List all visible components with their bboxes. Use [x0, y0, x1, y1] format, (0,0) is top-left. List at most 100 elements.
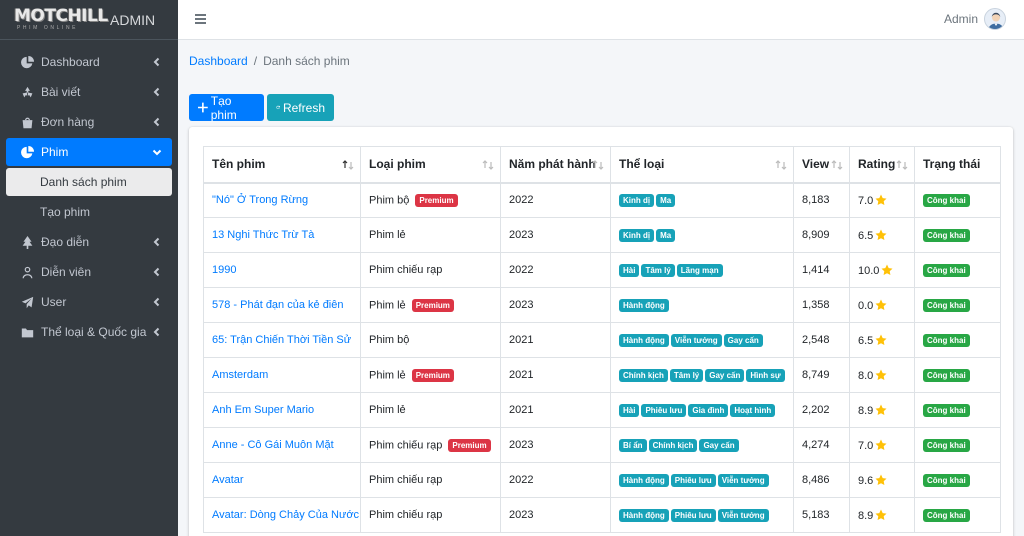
table-header-row: Tên phim Loại phim Năm phát hành Thể loại Vi…: [203, 146, 1001, 184]
movie-title-link[interactable]: 578 - Phát đạn của kẻ điên: [212, 299, 343, 311]
pie-chart-icon: [20, 55, 34, 69]
status-badge: Công khai: [923, 333, 970, 347]
sidebar-item-genres-countries[interactable]: Thể loại & Quốc gia: [6, 318, 172, 346]
column-header-genre[interactable]: Thể loại: [610, 146, 794, 184]
cell-title: 1990: [203, 252, 361, 288]
genre-badge: Hài: [619, 263, 640, 277]
genre-badge: Hành động: [619, 473, 669, 487]
rating-value: 7.0: [858, 439, 874, 452]
star-icon: [875, 299, 887, 311]
table-row: 1990 Phim chiếu rạp 2022 Hài Tâm lý Lãng mạn 1…: [203, 252, 1001, 288]
genre-badge: Bí ẩn: [619, 438, 647, 452]
movie-title-link[interactable]: 1990: [212, 264, 236, 276]
cell-genres: Chính kịch Tâm lý Gay cấn Hình sự: [610, 357, 794, 393]
column-header-title[interactable]: Tên phim: [203, 146, 361, 184]
genre-badge: Tâm lý: [641, 263, 675, 277]
table-row: 578 - Phát đạn của kẻ điên Phim lẻ Premium…: [203, 287, 1001, 323]
brand[interactable]: MOTCHILL PHIM ONLINE ADMIN: [0, 0, 178, 40]
rating-value: 9.6: [858, 474, 874, 487]
column-header-type[interactable]: Loại phim: [360, 146, 501, 184]
movie-title-link[interactable]: 65: Trận Chiến Thời Tiền Sử: [212, 334, 351, 346]
rating-value: 6.5: [858, 334, 874, 347]
user-menu[interactable]: Admin: [944, 8, 1006, 30]
cell-type: Phim chiếu rạp: [360, 497, 501, 533]
cell-title: 65: Trận Chiến Thời Tiền Sử: [203, 322, 361, 358]
table-row: Anne - Cô Gái Muôn Mặt Phim chiếu rạp Prem…: [203, 427, 1001, 463]
plus-icon: [198, 102, 208, 113]
cell-title: Anh Em Super Mario: [203, 392, 361, 428]
cell-title: 13 Nghi Thức Trừ Tà: [203, 217, 361, 253]
cell-rating: 8.9: [849, 392, 915, 428]
chevron-down-icon: [152, 146, 162, 156]
cell-type: Phim bộ Premium: [360, 182, 501, 218]
chevron-left-icon: [152, 86, 162, 97]
movie-type: Phim bộ: [369, 194, 410, 207]
status-badge: Công khai: [923, 473, 970, 487]
genre-badge: Kinh dị: [619, 228, 655, 242]
cell-title: "Nó" Ở Trong Rừng: [203, 182, 361, 218]
cell-genres: Hành động: [610, 287, 794, 323]
status-badge: Công khai: [923, 368, 970, 382]
brand-text: ADMIN: [110, 11, 156, 28]
sidebar-subitem-create-movie[interactable]: Tạo phim: [6, 198, 172, 226]
sidebar-item-directors[interactable]: Đạo diễn: [6, 228, 172, 256]
star-icon: [875, 509, 887, 521]
movie-type: Phim chiếu rạp: [369, 264, 443, 276]
genre-badge: Phiêu lưu: [641, 403, 687, 417]
sort-icon: [482, 159, 494, 171]
movie-type: Phim lẻ: [369, 298, 406, 311]
movie-title-link[interactable]: Amsterdam: [212, 369, 268, 381]
movie-title-link[interactable]: Anne - Cô Gái Muôn Mặt: [212, 439, 334, 451]
cell-year: 2023: [500, 427, 611, 463]
movie-type: Phim chiếu rạp: [369, 474, 443, 486]
sidebar-item-label: Bài viết: [41, 85, 81, 99]
cell-rating: 7.0: [849, 427, 915, 463]
cell-status: Công khai: [914, 217, 1001, 253]
cell-status: Công khai: [914, 182, 1001, 218]
cell-view: 2,548: [793, 322, 850, 358]
movie-title-link[interactable]: Avatar: Dòng Chảy Của Nước: [212, 509, 359, 521]
cell-view: 1,358: [793, 287, 850, 323]
pie-chart-icon: [20, 145, 34, 159]
cell-title: Amsterdam: [203, 357, 361, 393]
cell-genres: Hài Phiêu lưu Gia đình Hoạt hình: [610, 392, 794, 428]
star-icon: [875, 369, 887, 381]
tree-icon: [20, 235, 34, 249]
sidebar-item-movies[interactable]: Phim: [6, 138, 172, 166]
movie-table: Tên phim Loại phim Năm phát hành Thể loại Vi…: [203, 146, 1001, 533]
cell-rating: 6.5: [849, 217, 915, 253]
status-badge: Công khai: [923, 508, 970, 522]
create-movie-button-label: Tạo phim: [210, 93, 237, 122]
cell-rating: 8.9: [849, 497, 915, 533]
movie-title-link[interactable]: "Nó" Ở Trong Rừng: [212, 194, 308, 206]
premium-badge: Premium: [411, 368, 454, 382]
column-header-label: View: [802, 157, 830, 172]
sidebar-subitem-movie-list[interactable]: Danh sách phim: [6, 168, 172, 196]
sidebar-item-actors[interactable]: Diễn viên: [6, 258, 172, 286]
create-movie-button[interactable]: Tạo phim: [189, 93, 264, 122]
movie-title-link[interactable]: 13 Nghi Thức Trừ Tà: [212, 229, 314, 241]
menu-toggle-icon[interactable]: [195, 14, 206, 25]
column-header-status[interactable]: Trạng thái: [914, 146, 1001, 184]
column-header-view[interactable]: View: [793, 146, 850, 184]
column-header-rating[interactable]: Rating: [849, 146, 915, 184]
sidebar-item-posts[interactable]: Bài viết: [6, 78, 172, 106]
rating-value: 10.0: [858, 264, 880, 277]
sidebar-item-dashboard[interactable]: Dashboard: [6, 48, 172, 76]
genre-badge: Hành động: [619, 298, 669, 312]
cell-genres: Bí ẩn Chính kịch Gay cấn: [610, 427, 794, 463]
column-header-year[interactable]: Năm phát hành: [500, 146, 611, 184]
movie-title-link[interactable]: Avatar: [212, 474, 244, 486]
status-badge: Công khai: [923, 438, 970, 452]
sidebar-item-orders[interactable]: Đơn hàng: [6, 108, 172, 136]
sort-icon: [831, 159, 843, 171]
column-header-label: Tên phim: [212, 157, 266, 172]
column-header-label: Năm phát hành: [509, 157, 596, 172]
refresh-button[interactable]: Refresh: [267, 94, 334, 121]
sidebar-item-users[interactable]: User: [6, 288, 172, 316]
genre-badge: Chính kịch: [648, 438, 698, 452]
table-row: Avatar: Dòng Chảy Của Nước Phim chiếu rạp…: [203, 497, 1001, 533]
movie-title-link[interactable]: Anh Em Super Mario: [212, 404, 314, 416]
table-row: 65: Trận Chiến Thời Tiền Sử Phim bộ 2021 Hà…: [203, 322, 1001, 358]
breadcrumb-home-link[interactable]: Dashboard: [189, 54, 248, 68]
